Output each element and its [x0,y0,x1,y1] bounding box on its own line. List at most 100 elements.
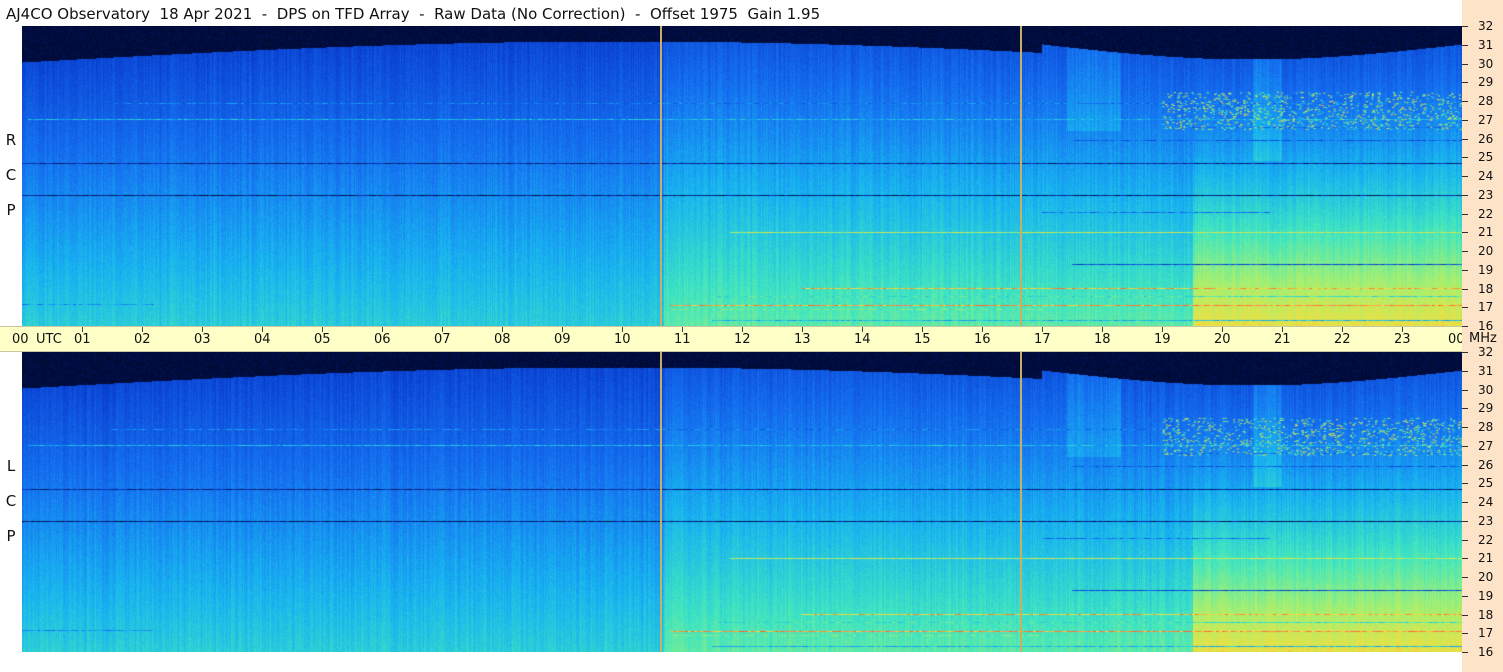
rcp-freq-tick [1462,288,1468,290]
time-tick-label-16: 16 [974,332,991,347]
chart-title: AJ4CO Observatory 18 Apr 2021 - DPS on T… [6,5,821,23]
rcp-freq-tick [1462,82,1468,84]
rcp-freq-label-20: 20 [1478,244,1494,258]
rcp-freq-tick [1462,326,1468,327]
lcp-freq-tick [1462,483,1468,485]
time-tick-label-05: 05 [314,332,331,347]
rcp-freq-label-30: 30 [1478,56,1494,71]
lcp-freq-tick [1462,577,1468,578]
lcp-freq-tick [1462,614,1468,616]
lcp-freq-tick [1462,370,1468,372]
lcp-freq-tick [1462,520,1468,522]
lcp-freq-label-20: 20 [1478,570,1494,584]
time-tick-label-20: 20 [1214,332,1231,347]
rcp-freq-tick [1462,26,1468,27]
time-tick-mark [82,327,83,332]
time-tick-label-04: 04 [254,332,271,347]
time-tick-mark [1162,327,1163,332]
time-tick-label-02: 02 [134,332,151,347]
lcp-freq-tick [1462,408,1468,410]
lcp-freq-tick [1462,445,1468,447]
lcp-freq-label-26: 26 [1478,457,1494,472]
rcp-freq-label-28: 28 [1478,94,1494,108]
rcp-time-marker-1 [660,26,662,326]
lcp-freq-tick [1462,595,1468,597]
time-tick-label-15: 15 [914,332,931,347]
time-tick-mark [262,327,263,332]
rcp-label-r: R [5,131,17,149]
lcp-freq-label-25: 25 [1478,476,1494,491]
rcp-freq-label-25: 25 [1478,150,1494,165]
lcp-freq-label-17: 17 [1478,626,1494,641]
time-tick-mark [1102,327,1103,332]
time-tick-mark [1282,327,1283,332]
time-tick-label-22: 22 [1334,332,1351,347]
rcp-freq-tick [1462,194,1468,196]
time-tick-label-09: 09 [554,332,571,347]
rcp-freq-label-17: 17 [1478,300,1494,315]
lcp-freq-label-24: 24 [1478,495,1494,509]
rcp-freq-tick [1462,232,1468,234]
lcp-freq-label-31: 31 [1478,363,1494,378]
time-tick-mark [742,327,743,332]
lcp-label-p: P [6,527,16,545]
rcp-freq-tick [1462,119,1468,121]
rcp-freq-label-27: 27 [1478,112,1494,127]
time-tick-mark [802,327,803,332]
time-tick-label-14: 14 [854,332,871,347]
time-tick-label-17: 17 [1034,332,1051,347]
lcp-freq-label-23: 23 [1478,513,1494,528]
time-tick-mark [382,327,383,332]
rcp-freq-tick [1462,176,1468,177]
rcp-freq-tick [1462,101,1468,102]
rcp-spectrogram-panel [22,26,1462,326]
lcp-spectrogram-panel [22,352,1462,652]
time-tick-label-12: 12 [734,332,751,347]
lcp-freq-tick [1462,652,1468,653]
time-tick-mark [1342,327,1343,332]
lcp-freq-label-30: 30 [1478,382,1494,397]
time-tick-mark [442,327,443,332]
lcp-freq-tick [1462,558,1468,560]
frequency-unit-label: MHz [1469,331,1497,346]
time-tick-label-06: 06 [374,332,391,347]
time-tick-label-11: 11 [674,332,691,347]
rcp-freq-tick [1462,307,1468,309]
rcp-freq-label-21: 21 [1478,225,1494,240]
lcp-freq-label-29: 29 [1478,401,1494,416]
lcp-freq-tick [1462,464,1468,466]
rcp-freq-label-23: 23 [1478,187,1494,202]
time-tick-label-01: 01 [74,332,91,347]
lcp-freq-tick [1462,352,1468,353]
rcp-freq-tick [1462,251,1468,252]
rcp-freq-label-26: 26 [1478,131,1494,146]
rcp-freq-label-16: 16 [1478,319,1494,333]
time-tick-mark [622,327,623,332]
lcp-freq-tick [1462,539,1468,541]
time-axis: 00 UTC 01 02 03 04 05 06 07 08 09 10 11 12 13 14 15 16 17 1… [0,326,1465,352]
lcp-freq-label-19: 19 [1478,588,1494,603]
time-unit-label: UTC [36,332,62,347]
time-tick-mark [862,327,863,332]
rcp-freq-tick [1462,44,1468,46]
lcp-freq-label-27: 27 [1478,438,1494,453]
rcp-freq-tick [1462,138,1468,140]
rcp-freq-label-18: 18 [1478,281,1494,296]
lcp-freq-label-18: 18 [1478,607,1494,622]
time-tick-mark [922,327,923,332]
rcp-freq-label-22: 22 [1478,206,1494,221]
time-tick-label-08: 08 [494,332,511,347]
lcp-spectrogram [22,352,1462,652]
time-tick-mark [682,327,683,332]
rcp-freq-label-24: 24 [1478,169,1494,183]
rcp-freq-label-32: 32 [1478,19,1494,33]
time-tick-label-23: 23 [1394,332,1411,347]
time-tick-mark [1042,327,1043,332]
time-label-start: 00 [12,332,29,347]
time-tick-label-21: 21 [1274,332,1291,347]
rcp-freq-label-19: 19 [1478,262,1494,277]
time-tick-mark [322,327,323,332]
lcp-time-marker-2 [1020,352,1022,652]
rcp-freq-tick [1462,157,1468,159]
lcp-freq-tick [1462,427,1468,428]
